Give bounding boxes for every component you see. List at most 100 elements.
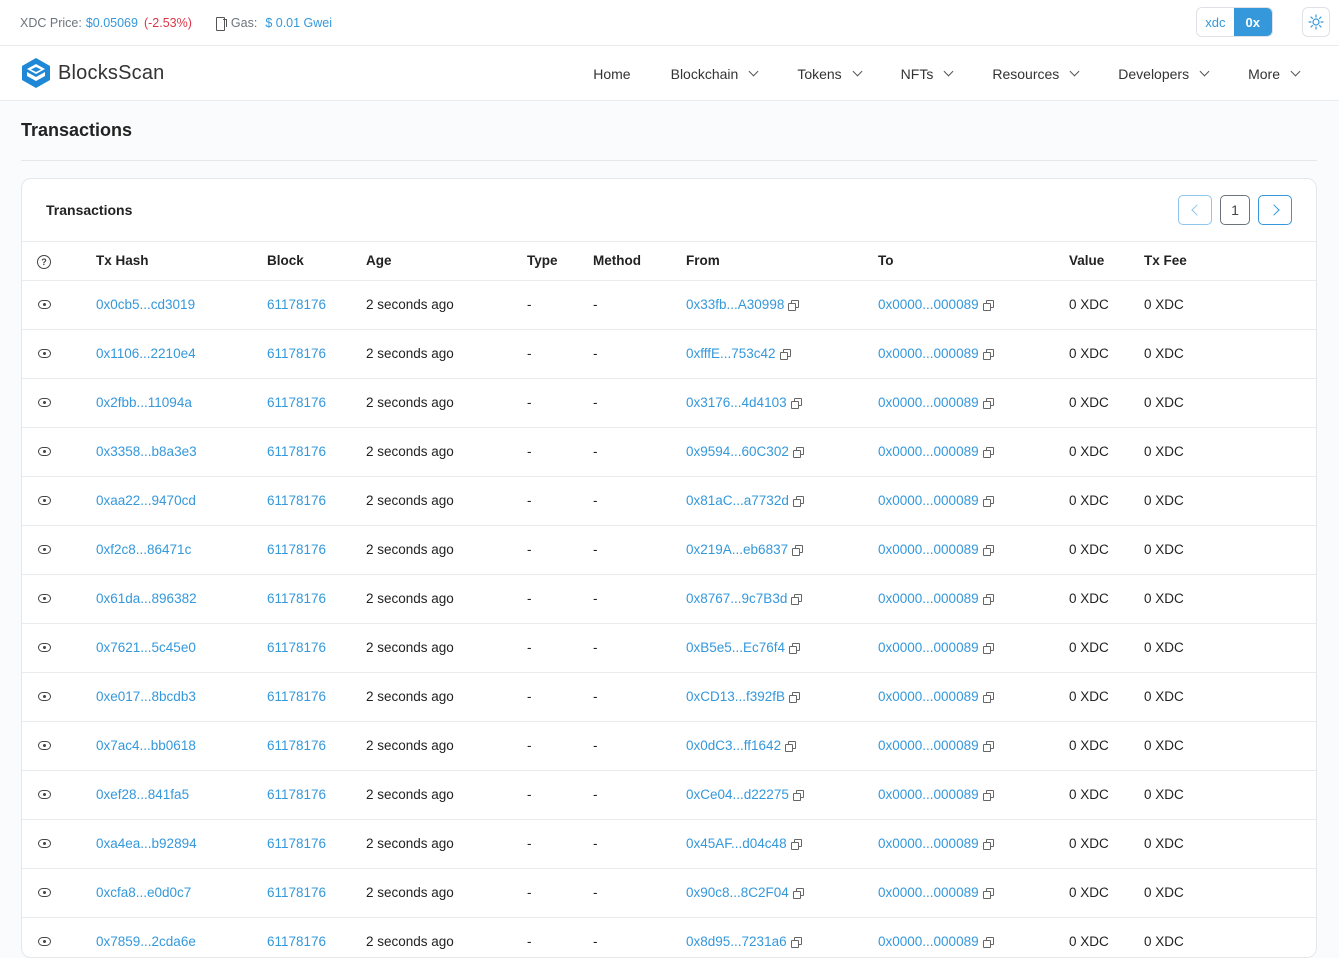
block-link[interactable]: 61178176 <box>267 640 326 655</box>
to-address-link[interactable]: 0x0000...000089 <box>878 395 979 410</box>
block-link[interactable]: 61178176 <box>267 591 326 606</box>
eye-icon[interactable] <box>38 888 51 897</box>
tx-hash-link[interactable]: 0xaa22...9470cd <box>96 493 196 508</box>
nav-item-tokens[interactable]: Tokens <box>797 66 863 82</box>
tx-hash-link[interactable]: 0x1106...2210e4 <box>96 346 196 361</box>
nav-item-nfts[interactable]: NFTs <box>901 66 954 82</box>
from-address-link[interactable]: 0x3176...4d4103 <box>686 395 787 410</box>
from-address-link[interactable]: 0x81aC...a7732d <box>686 493 789 508</box>
block-link[interactable]: 61178176 <box>267 297 326 312</box>
eye-icon[interactable] <box>38 447 51 456</box>
copy-icon[interactable] <box>779 349 791 360</box>
block-link[interactable]: 61178176 <box>267 346 326 361</box>
block-link[interactable]: 61178176 <box>267 689 326 704</box>
prefix-option-0x[interactable]: 0x <box>1233 8 1272 36</box>
block-link[interactable]: 61178176 <box>267 836 326 851</box>
block-link[interactable]: 61178176 <box>267 444 326 459</box>
tx-hash-link[interactable]: 0x2fbb...11094a <box>96 395 192 410</box>
copy-icon[interactable] <box>792 447 804 458</box>
copy-icon[interactable] <box>792 545 804 556</box>
nav-item-more[interactable]: More <box>1248 66 1301 82</box>
question-circle-icon[interactable]: ? <box>37 254 51 269</box>
eye-icon[interactable] <box>38 496 51 505</box>
copy-icon[interactable] <box>982 888 994 899</box>
copy-icon[interactable] <box>982 937 994 948</box>
copy-icon[interactable] <box>982 300 994 311</box>
copy-icon[interactable] <box>789 692 801 703</box>
eye-icon[interactable] <box>38 741 51 750</box>
to-address-link[interactable]: 0x0000...000089 <box>878 297 979 312</box>
nav-item-developers[interactable]: Developers <box>1118 66 1210 82</box>
from-address-link[interactable]: 0x33fb...A30998 <box>686 297 784 312</box>
tx-hash-link[interactable]: 0x7859...2cda6e <box>96 934 196 949</box>
block-link[interactable]: 61178176 <box>267 934 326 949</box>
from-address-link[interactable]: 0xB5e5...Ec76f4 <box>686 640 785 655</box>
copy-icon[interactable] <box>982 398 994 409</box>
tx-hash-link[interactable]: 0x61da...896382 <box>96 591 197 606</box>
to-address-link[interactable]: 0x0000...000089 <box>878 787 979 802</box>
tx-hash-link[interactable]: 0xef28...841fa5 <box>96 787 189 802</box>
eye-icon[interactable] <box>38 594 51 603</box>
to-address-link[interactable]: 0x0000...000089 <box>878 689 979 704</box>
site-logo[interactable]: BlocksScan <box>20 57 165 89</box>
from-address-link[interactable]: 0x219A...eb6837 <box>686 542 788 557</box>
copy-icon[interactable] <box>982 839 994 850</box>
copy-icon[interactable] <box>982 643 994 654</box>
to-address-link[interactable]: 0x0000...000089 <box>878 738 979 753</box>
eye-icon[interactable] <box>38 937 51 946</box>
from-address-link[interactable]: 0x0dC3...ff1642 <box>686 738 781 753</box>
copy-icon[interactable] <box>982 349 994 360</box>
copy-icon[interactable] <box>785 741 797 752</box>
from-address-link[interactable]: 0x9594...60C302 <box>686 444 789 459</box>
block-link[interactable]: 61178176 <box>267 493 326 508</box>
tx-hash-link[interactable]: 0xe017...8bcdb3 <box>96 689 196 704</box>
to-address-link[interactable]: 0x0000...000089 <box>878 885 979 900</box>
eye-icon[interactable] <box>38 839 51 848</box>
to-address-link[interactable]: 0x0000...000089 <box>878 493 979 508</box>
prev-page-button[interactable] <box>1178 195 1212 225</box>
tx-hash-link[interactable]: 0x3358...b8a3e3 <box>96 444 197 459</box>
copy-icon[interactable] <box>982 594 994 605</box>
block-link[interactable]: 61178176 <box>267 787 326 802</box>
tx-hash-link[interactable]: 0x7ac4...bb0618 <box>96 738 196 753</box>
block-link[interactable]: 61178176 <box>267 395 326 410</box>
copy-icon[interactable] <box>792 496 804 507</box>
copy-icon[interactable] <box>982 496 994 507</box>
to-address-link[interactable]: 0x0000...000089 <box>878 640 979 655</box>
copy-icon[interactable] <box>982 790 994 801</box>
to-address-link[interactable]: 0x0000...000089 <box>878 934 979 949</box>
eye-icon[interactable] <box>38 300 51 309</box>
eye-icon[interactable] <box>38 643 51 652</box>
from-address-link[interactable]: 0xCD13...f392fB <box>686 689 785 704</box>
from-address-link[interactable]: 0xCe04...d22275 <box>686 787 789 802</box>
copy-icon[interactable] <box>790 937 802 948</box>
nav-item-blockchain[interactable]: Blockchain <box>671 66 759 82</box>
tx-hash-link[interactable]: 0x7621...5c45e0 <box>96 640 196 655</box>
next-page-button[interactable] <box>1258 195 1292 225</box>
eye-icon[interactable] <box>38 545 51 554</box>
to-address-link[interactable]: 0x0000...000089 <box>878 836 979 851</box>
copy-icon[interactable] <box>791 594 803 605</box>
copy-icon[interactable] <box>790 839 802 850</box>
to-address-link[interactable]: 0x0000...000089 <box>878 346 979 361</box>
block-link[interactable]: 61178176 <box>267 885 326 900</box>
copy-icon[interactable] <box>982 545 994 556</box>
copy-icon[interactable] <box>792 790 804 801</box>
from-address-link[interactable]: 0x8d95...7231a6 <box>686 934 787 949</box>
copy-icon[interactable] <box>792 888 804 899</box>
to-address-link[interactable]: 0x0000...000089 <box>878 542 979 557</box>
copy-icon[interactable] <box>982 692 994 703</box>
tx-hash-link[interactable]: 0x0cb5...cd3019 <box>96 297 195 312</box>
block-link[interactable]: 61178176 <box>267 738 326 753</box>
nav-item-resources[interactable]: Resources <box>992 66 1080 82</box>
copy-icon[interactable] <box>789 643 801 654</box>
eye-icon[interactable] <box>38 692 51 701</box>
block-link[interactable]: 61178176 <box>267 542 326 557</box>
eye-icon[interactable] <box>38 398 51 407</box>
from-address-link[interactable]: 0x45AF...d04c48 <box>686 836 787 851</box>
eye-icon[interactable] <box>38 349 51 358</box>
copy-icon[interactable] <box>982 741 994 752</box>
copy-icon[interactable] <box>790 398 802 409</box>
from-address-link[interactable]: 0x8767...9c7B3d <box>686 591 787 606</box>
from-address-link[interactable]: 0x90c8...8C2F04 <box>686 885 789 900</box>
